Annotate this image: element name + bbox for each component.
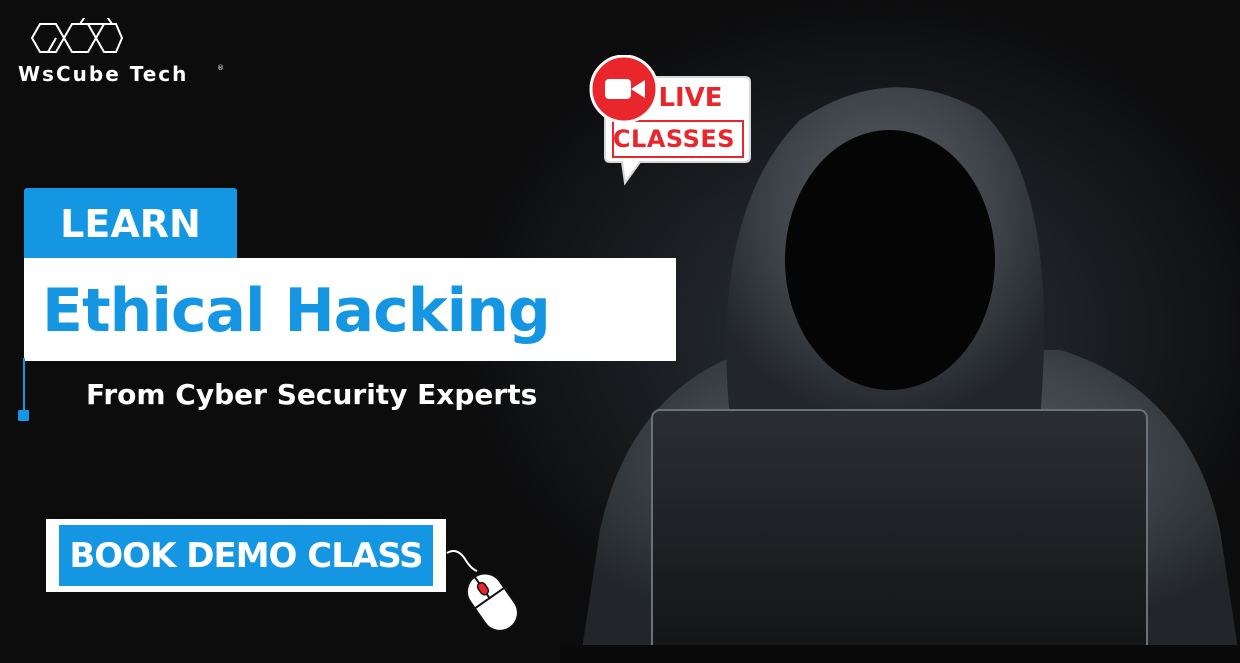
accent-dot <box>18 410 29 421</box>
hexagon-honeycomb-icon <box>30 18 124 53</box>
page-subtitle: From Cyber Security Experts <box>86 378 538 411</box>
computer-mouse-icon <box>446 550 519 632</box>
promo-banner: WsCube Tech ® LIVE CLASSES LEARN Ethical… <box>0 0 1240 663</box>
registered-mark: ® <box>217 64 224 72</box>
book-demo-button-label: BOOK DEMO CLASS <box>69 536 423 576</box>
wscube-tech-logo[interactable]: WsCube Tech ® <box>18 18 228 88</box>
accent-line <box>23 358 25 412</box>
live-classes-badge: LIVE CLASSES <box>580 55 755 190</box>
classes-label: CLASSES <box>612 125 736 153</box>
book-demo-button[interactable]: BOOK DEMO CLASS <box>46 519 446 592</box>
learn-tag: LEARN <box>60 202 201 246</box>
live-label: LIVE <box>658 83 723 113</box>
page-title: Ethical Hacking <box>42 276 551 346</box>
logo-text: WsCube Tech <box>18 62 189 86</box>
